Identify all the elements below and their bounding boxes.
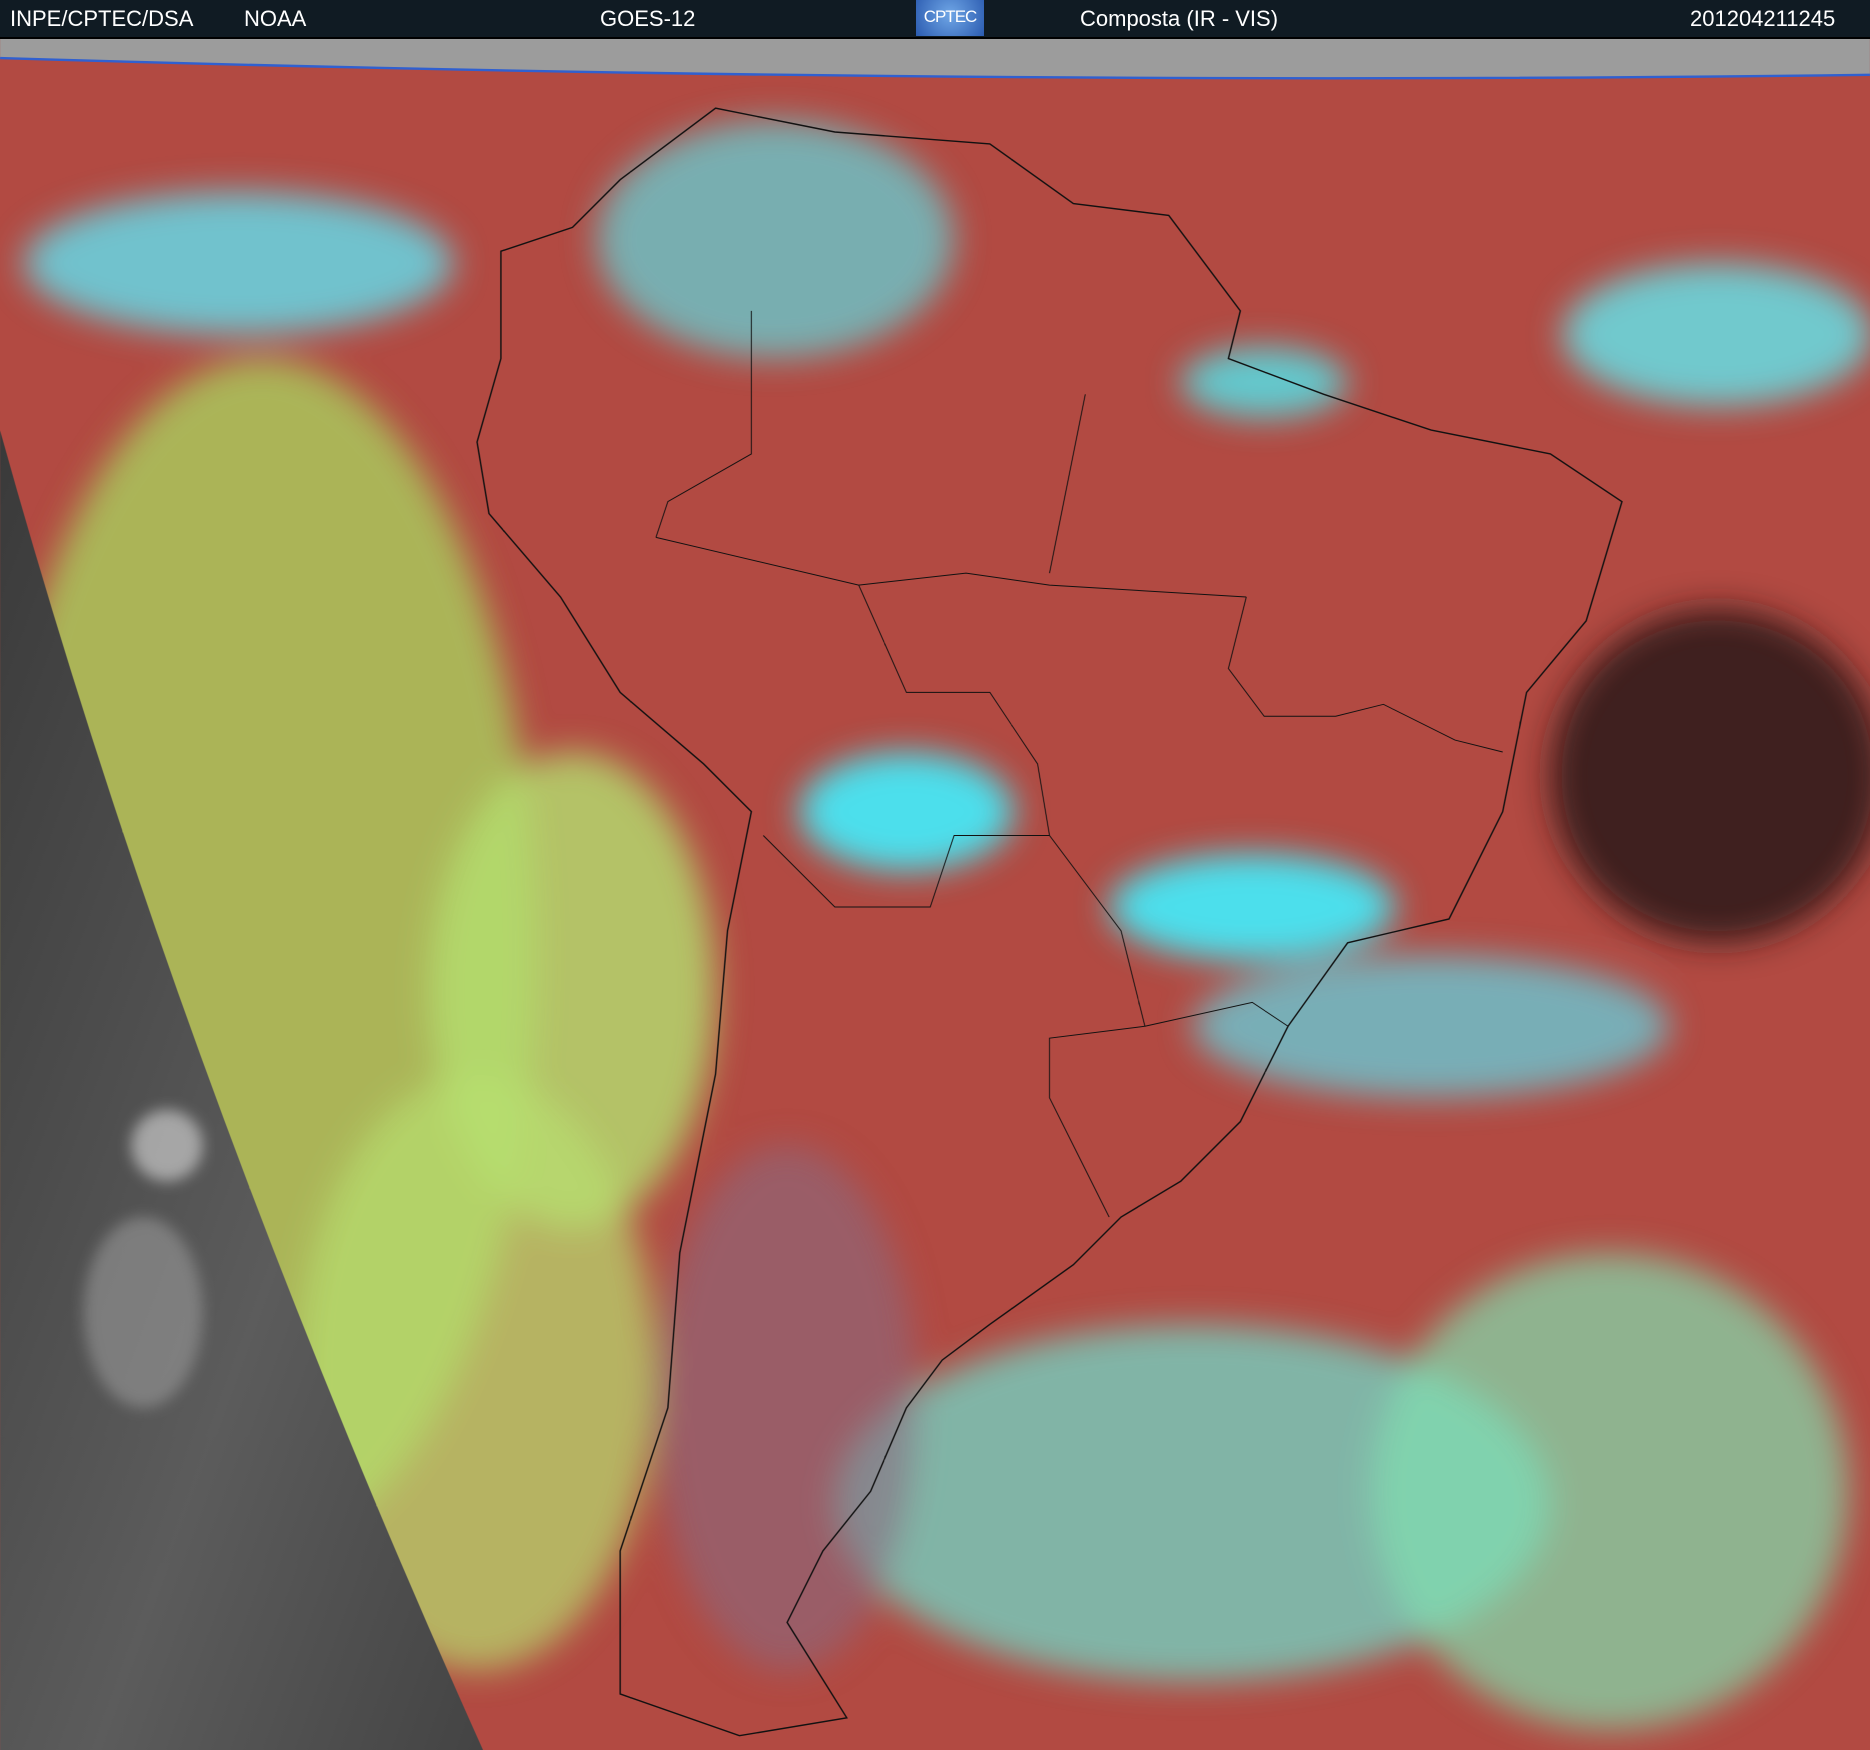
- header-bar: INPE/CPTEC/DSA NOAA GOES-12 CPTEC Compos…: [0, 0, 1870, 39]
- source-label: INPE/CPTEC/DSA: [10, 6, 194, 31]
- timestamp-label: 201204211245: [1690, 6, 1836, 31]
- satellite-image-page: INPE/CPTEC/DSA NOAA GOES-12 CPTEC Compos…: [0, 0, 1870, 1750]
- satellite-label: GOES-12: [600, 6, 696, 31]
- cptec-logo: CPTEC: [916, 0, 984, 36]
- product-label: Composta (IR - VIS): [1080, 6, 1279, 31]
- satellite-composite-image: [0, 39, 1870, 1750]
- agency-label: NOAA: [244, 6, 307, 31]
